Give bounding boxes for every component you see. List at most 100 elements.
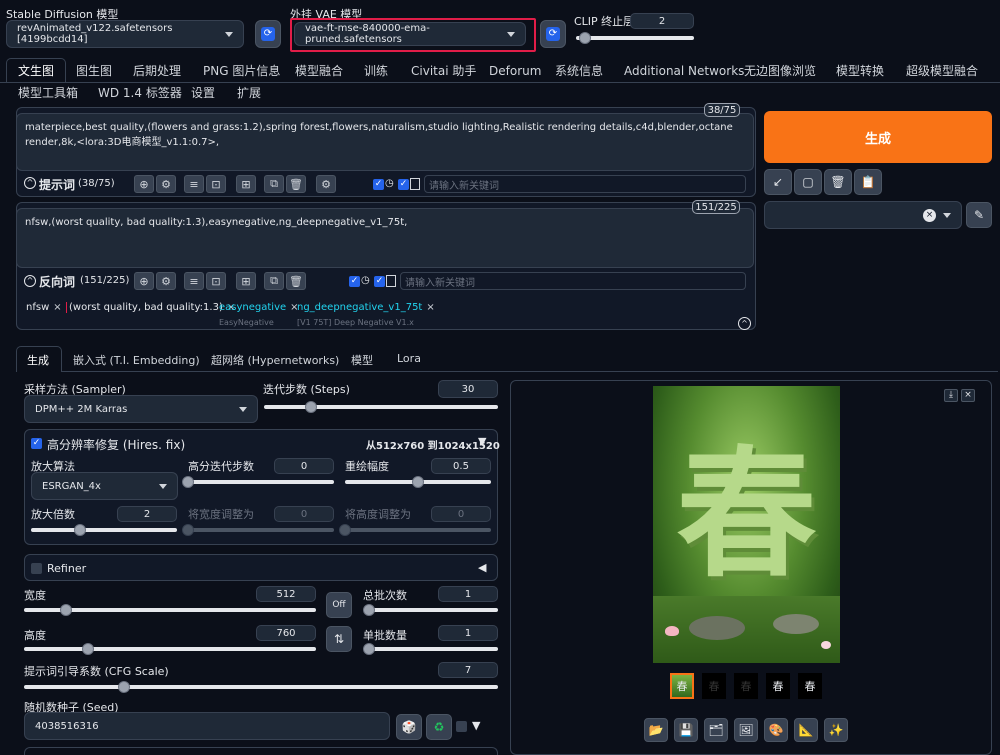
- subtab-3[interactable]: 模型: [351, 352, 373, 368]
- tab-8[interactable]: 系统信息: [555, 60, 603, 82]
- image-icon[interactable]: 🖼: [734, 718, 758, 742]
- tab-7[interactable]: Deforum: [489, 60, 541, 82]
- copy-icon[interactable]: ⧉: [264, 175, 284, 193]
- triangle-left-icon[interactable]: ◀: [478, 561, 486, 574]
- refiner-checkbox[interactable]: [31, 563, 42, 574]
- checkbox-icon[interactable]: ✓: [398, 179, 409, 190]
- hires-steps-input[interactable]: 0: [274, 458, 334, 474]
- checkbox-icon[interactable]: ✓: [374, 276, 385, 287]
- slider-thumb[interactable]: [73, 524, 86, 536]
- hires-checkbox[interactable]: ✓: [31, 438, 42, 449]
- grid-icon[interactable]: ⊞: [236, 272, 256, 290]
- output-image[interactable]: 春: [653, 386, 840, 663]
- cfg-input[interactable]: 7: [438, 662, 498, 678]
- scale-slider[interactable]: [31, 523, 177, 537]
- gear-icon[interactable]: ⚙: [156, 272, 176, 290]
- clipboard-icon[interactable]: [410, 178, 420, 190]
- sd-model-dropdown[interactable]: revAnimated_v122.safetensors [4199bcdd14…: [6, 20, 244, 48]
- trash-icon[interactable]: 🗑: [286, 175, 306, 193]
- arrow-icon[interactable]: ↙: [764, 169, 792, 195]
- height-input[interactable]: 760: [256, 625, 316, 641]
- clip-input[interactable]: 2: [630, 13, 694, 29]
- square-icon[interactable]: ▢: [794, 169, 822, 195]
- tab-0[interactable]: 文生图: [18, 60, 54, 82]
- batch-size-slider[interactable]: [363, 642, 498, 656]
- off-button[interactable]: Off: [326, 592, 352, 618]
- palette-icon[interactable]: 🎨: [764, 718, 788, 742]
- resize-height-slider[interactable]: [339, 523, 491, 537]
- slider-thumb[interactable]: [182, 476, 194, 488]
- resize-height-input[interactable]: 0: [431, 506, 491, 522]
- subtab-1[interactable]: 嵌入式 (T.I. Embedding): [73, 352, 200, 368]
- tag-item[interactable]: (worst quality, bad quality:1.3) ×: [66, 302, 235, 313]
- gear-icon[interactable]: ⚙: [316, 175, 336, 193]
- slider-thumb[interactable]: [363, 604, 375, 616]
- tab-2[interactable]: 后期处理: [133, 60, 181, 82]
- slider-thumb[interactable]: [339, 524, 351, 536]
- sparkle-icon[interactable]: ✨: [824, 718, 848, 742]
- tab-4[interactable]: 模型融合: [295, 60, 343, 82]
- extra-seed-checkbox[interactable]: [456, 721, 467, 732]
- swap-icon[interactable]: ⇅: [326, 626, 352, 652]
- tab-1[interactable]: 图生图: [76, 60, 112, 82]
- download-icon[interactable]: ⤓: [944, 389, 958, 402]
- refresh-vae-button[interactable]: ⟳: [540, 20, 566, 48]
- width-input[interactable]: 512: [256, 586, 316, 602]
- slider-thumb[interactable]: [304, 401, 317, 413]
- close-icon[interactable]: ×: [961, 389, 975, 402]
- collapse-icon[interactable]: ^: [738, 317, 751, 330]
- dice-icon[interactable]: 🎲: [396, 714, 422, 740]
- subtab-4[interactable]: Lora: [397, 352, 421, 365]
- trash-icon[interactable]: 🗑: [286, 272, 306, 290]
- thumbnail-3[interactable]: 春: [734, 673, 758, 699]
- save-icon[interactable]: 💾: [674, 718, 698, 742]
- slider-thumb[interactable]: [81, 643, 94, 655]
- scale-input[interactable]: 2: [117, 506, 177, 522]
- denoise-input[interactable]: 0.5: [431, 458, 491, 474]
- triangle-down-icon[interactable]: ▼: [478, 435, 486, 448]
- refresh-model-button[interactable]: ⟳: [255, 20, 281, 48]
- globe-icon[interactable]: ⊕: [134, 272, 154, 290]
- slider-thumb[interactable]: [117, 681, 130, 693]
- tab-12[interactable]: 超级模型融合: [906, 60, 978, 82]
- history-icon[interactable]: ◷: [361, 275, 370, 286]
- seed-input[interactable]: 4038516316: [24, 712, 390, 740]
- subtab-2[interactable]: 超网络 (Hypernetworks): [211, 352, 339, 368]
- grid-icon[interactable]: ⊞: [236, 175, 256, 193]
- batch-size-input[interactable]: 1: [438, 625, 498, 641]
- pencil-icon[interactable]: ✎: [966, 202, 992, 228]
- checkbox-icon[interactable]: ✓: [349, 276, 360, 287]
- negative-keyword-input[interactable]: 请输入新关键词: [400, 272, 746, 290]
- tab-row2-3[interactable]: 扩展: [237, 83, 261, 103]
- prompt-keyword-input[interactable]: 请输入新关键词: [424, 175, 746, 193]
- steps-input[interactable]: 30: [438, 380, 498, 398]
- close-icon[interactable]: ×: [53, 302, 61, 313]
- steps-slider[interactable]: [264, 400, 498, 414]
- batch-count-input[interactable]: 1: [438, 586, 498, 602]
- negative-textarea[interactable]: nfsw,(worst quality, bad quality:1.3),ea…: [16, 208, 754, 268]
- history-icon[interactable]: ◷: [385, 178, 394, 189]
- style-dropdown[interactable]: ×: [764, 201, 962, 229]
- width-slider[interactable]: [24, 603, 316, 617]
- cfg-slider[interactable]: [24, 680, 498, 694]
- sampler-dropdown[interactable]: DPM++ 2M Karras: [24, 395, 258, 423]
- trash-icon[interactable]: 🗑: [824, 169, 852, 195]
- clip-slider[interactable]: [576, 31, 694, 45]
- batch-count-slider[interactable]: [363, 603, 498, 617]
- prompt-textarea[interactable]: materpiece,best quality,(flowers and gra…: [16, 113, 754, 171]
- bookmark-icon[interactable]: ⊡: [206, 175, 226, 193]
- bookmark-icon[interactable]: ⊡: [206, 272, 226, 290]
- refiner-panel[interactable]: [24, 554, 498, 581]
- vae-dropdown[interactable]: vae-ft-mse-840000-ema-pruned.safetensors: [294, 22, 526, 46]
- upscaler-dropdown[interactable]: ESRGAN_4x: [31, 472, 178, 500]
- tab-10[interactable]: 无边图像浏览: [744, 60, 816, 82]
- tag-item[interactable]: easynegative ×: [219, 302, 299, 313]
- subtab-0[interactable]: 生成: [27, 352, 49, 368]
- close-icon[interactable]: ×: [426, 302, 434, 313]
- copy-icon[interactable]: ⧉: [264, 272, 284, 290]
- tab-5[interactable]: 训练: [364, 60, 388, 82]
- slider-thumb[interactable]: [182, 524, 194, 536]
- ruler-icon[interactable]: 📐: [794, 718, 818, 742]
- folder-icon[interactable]: 📂: [644, 718, 668, 742]
- hires-steps-slider[interactable]: [182, 475, 334, 489]
